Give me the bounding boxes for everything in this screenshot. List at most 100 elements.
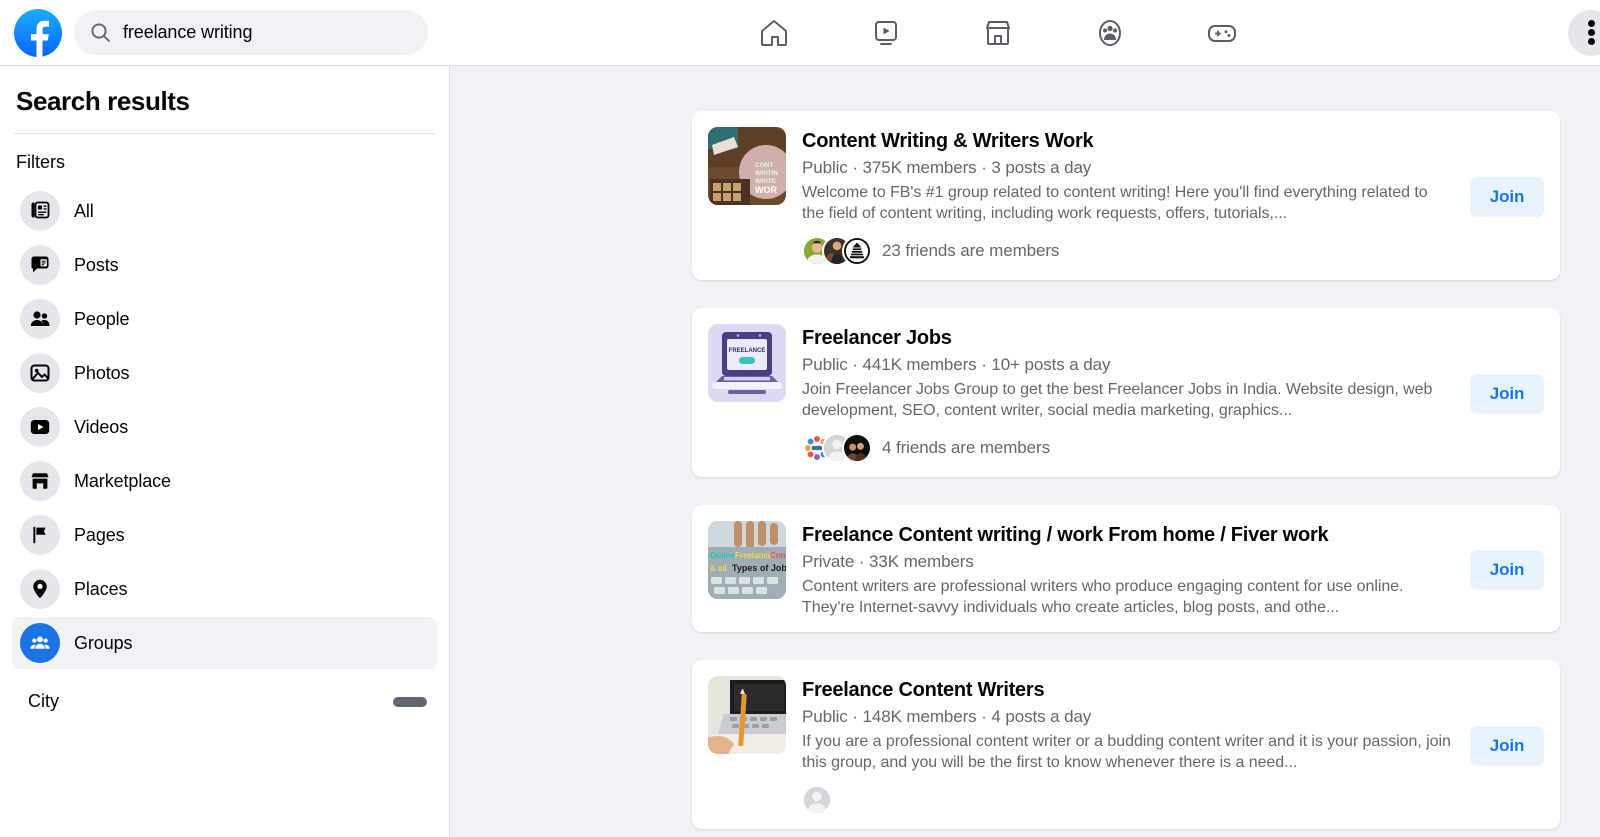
- sidebar-item-places[interactable]: Places: [12, 563, 437, 615]
- friends-count-text: 4 friends are members: [882, 438, 1050, 457]
- join-button[interactable]: Join: [1470, 549, 1544, 590]
- home-icon: [761, 19, 787, 46]
- filters-sidebar: Search results Filters All Posts People …: [0, 66, 450, 837]
- friends-members-row: 4 friends are members: [802, 433, 1454, 463]
- svg-text:WRITE: WRITE: [755, 178, 777, 185]
- svg-text:Online: Online: [710, 551, 735, 560]
- friend-avatars: [802, 236, 872, 266]
- all-results-icon: [20, 191, 60, 231]
- sidebar-item-label: Marketplace: [74, 470, 171, 491]
- video-icon: [875, 20, 897, 45]
- marketplace-icon: [20, 461, 60, 501]
- group-result-card[interactable]: Freelance Content Writers Public · 148K …: [692, 660, 1560, 829]
- nav-tab-marketplace[interactable]: [942, 0, 1054, 65]
- city-filter-row[interactable]: City: [12, 675, 437, 712]
- header-nav-tabs: [428, 0, 1568, 65]
- menu-dot: [1587, 38, 1595, 45]
- page-body: Search results Filters All Posts People …: [0, 66, 1600, 837]
- avatar[interactable]: [842, 236, 872, 266]
- page-title: Search results: [16, 86, 190, 116]
- search-input[interactable]: freelance writing: [74, 10, 428, 55]
- svg-text:WRITIN: WRITIN: [755, 170, 778, 177]
- group-result-card[interactable]: Online Freelance Con & all Types of Job …: [692, 505, 1560, 632]
- group-description: Welcome to FB's #1 group related to cont…: [802, 184, 1428, 222]
- sidebar-item-label: Videos: [74, 416, 129, 437]
- group-meta: Public · 441K members · 10+ posts a day: [802, 355, 1111, 374]
- facebook-logo-icon[interactable]: [14, 8, 62, 57]
- group-meta: Public · 375K members · 3 posts a day: [802, 158, 1092, 177]
- group-title[interactable]: Freelance Content Writers: [802, 678, 1454, 702]
- pages-icon: [20, 515, 60, 555]
- posts-icon: [20, 245, 60, 285]
- svg-text:CONT: CONT: [755, 162, 773, 169]
- group-thumbnail-content-writing[interactable]: CONT WRITIN WRITE WOR: [708, 127, 786, 205]
- sidebar-item-label: Pages: [74, 524, 125, 545]
- filters-heading: Filters: [16, 152, 65, 172]
- svg-text:WOR: WOR: [755, 185, 777, 195]
- city-filter-label: City: [28, 691, 59, 711]
- sidebar-item-pages[interactable]: Pages: [12, 509, 437, 561]
- sidebar-item-marketplace[interactable]: Marketplace: [12, 455, 437, 507]
- svg-text:& all: & all: [710, 564, 727, 573]
- groups-icon: [20, 623, 60, 663]
- places-icon: [20, 569, 60, 609]
- friend-avatars: [802, 433, 872, 463]
- nav-tab-video[interactable]: [830, 0, 942, 65]
- group-info: Freelance Content Writers Public · 148K …: [802, 676, 1454, 815]
- group-info: Freelance Content writing / work From ho…: [802, 521, 1454, 618]
- friends-members-row: 23 friends are members: [802, 236, 1454, 266]
- group-thumbnail-keyboard-typing[interactable]: Online Freelance Con & all Types of Job: [708, 521, 786, 599]
- group-result-card[interactable]: CONT WRITIN WRITE WOR Content Writing & …: [692, 111, 1560, 280]
- sidebar-item-groups[interactable]: Groups: [12, 617, 437, 669]
- friend-avatars: [802, 785, 832, 815]
- search-results-main: CONT WRITIN WRITE WOR Content Writing & …: [450, 66, 1600, 837]
- group-info: Freelancer Jobs Public · 441K members · …: [802, 324, 1454, 463]
- group-info: Content Writing & Writers Work Public · …: [802, 127, 1454, 266]
- group-description: Content writers are professional writers…: [802, 578, 1404, 616]
- sidebar-item-label: Places: [74, 578, 128, 599]
- menu-dot: [1587, 20, 1595, 27]
- group-thumbnail-freelancer-jobs[interactable]: FREELANCE: [708, 324, 786, 402]
- sidebar-item-people[interactable]: People: [12, 293, 437, 345]
- group-title[interactable]: Freelancer Jobs: [802, 326, 1454, 350]
- sidebar-item-videos[interactable]: Videos: [12, 401, 437, 453]
- search-input-value: freelance writing: [123, 22, 253, 42]
- friends-members-row: [802, 785, 1454, 815]
- nav-tab-groups[interactable]: [1054, 0, 1166, 65]
- sidebar-item-label: People: [74, 308, 130, 329]
- people-icon: [20, 299, 60, 339]
- group-description: Join Freelancer Jobs Group to get the be…: [802, 381, 1433, 419]
- join-button[interactable]: Join: [1470, 373, 1544, 414]
- join-button[interactable]: Join: [1470, 176, 1544, 217]
- top-navigation-bar: freelance writing: [0, 0, 1600, 66]
- avatar[interactable]: [802, 785, 832, 815]
- sidebar-item-all[interactable]: All: [12, 185, 437, 237]
- group-title[interactable]: Content Writing & Writers Work: [802, 129, 1454, 153]
- sidebar-item-label: All: [74, 200, 94, 221]
- sidebar-item-label: Photos: [74, 362, 130, 383]
- three-dots-menu-icon[interactable]: [1568, 9, 1600, 56]
- group-result-card[interactable]: FREELANCE Freelancer Jobs Public · 441K …: [692, 308, 1560, 477]
- svg-text:Freelance: Freelance: [735, 551, 773, 560]
- group-meta: Public · 148K members · 4 posts a day: [802, 707, 1092, 726]
- sidebar-item-posts[interactable]: Posts: [12, 239, 437, 291]
- group-title[interactable]: Freelance Content writing / work From ho…: [802, 523, 1454, 547]
- sidebar-divider: [14, 133, 435, 134]
- avatar[interactable]: [842, 433, 872, 463]
- nav-tab-gaming[interactable]: [1166, 0, 1278, 65]
- nav-tab-home[interactable]: [718, 0, 830, 65]
- header-left-section: freelance writing: [0, 8, 428, 57]
- sidebar-item-photos[interactable]: Photos: [12, 347, 437, 399]
- city-filter-toggle[interactable]: [393, 696, 427, 707]
- search-icon: [91, 23, 110, 42]
- sidebar-item-label: Posts: [74, 254, 119, 275]
- menu-dot: [1587, 29, 1595, 36]
- group-meta: Private · 33K members: [802, 552, 974, 571]
- header-right-section: [1568, 0, 1600, 65]
- friends-count-text: 23 friends are members: [882, 241, 1060, 260]
- results-list: CONT WRITIN WRITE WOR Content Writing & …: [692, 66, 1560, 829]
- photos-icon: [20, 353, 60, 393]
- group-thumbnail-pencil-laptop[interactable]: [708, 676, 786, 754]
- svg-text:FREELANCE: FREELANCE: [729, 348, 766, 354]
- join-button[interactable]: Join: [1470, 725, 1544, 766]
